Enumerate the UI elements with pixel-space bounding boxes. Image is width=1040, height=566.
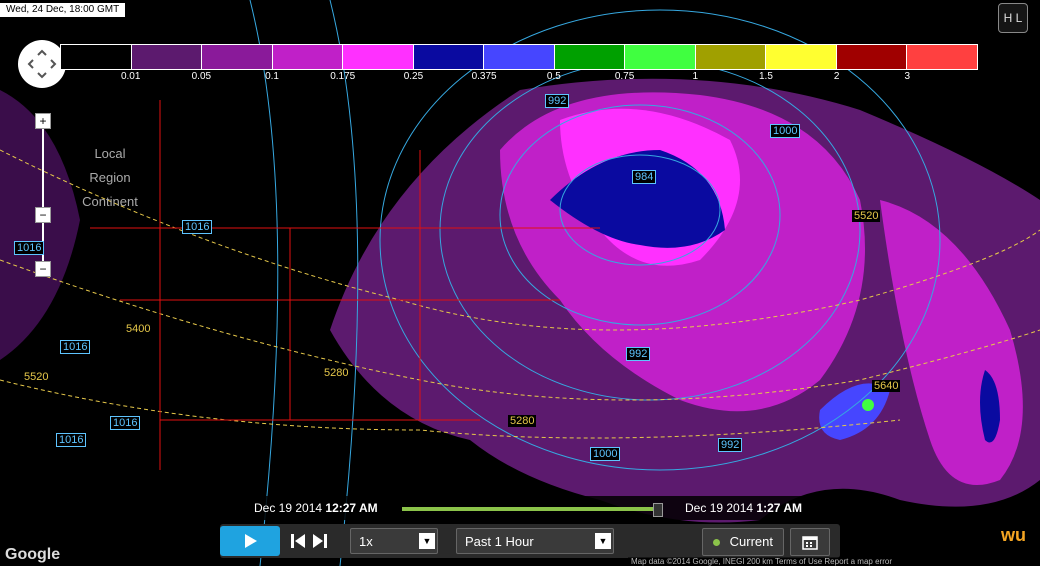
current-label: Current [729, 534, 773, 549]
legend-tick: 3 [904, 71, 911, 82]
isobar-label: 1016 [14, 241, 45, 255]
legend-tick: 0.375 [471, 71, 497, 82]
timeline-start-date: Dec 19 2014 [254, 501, 323, 515]
range-value: Past 1 Hour [465, 534, 534, 549]
map-attribution[interactable]: Map data ©2014 Google, INEGI 200 km Term… [628, 557, 895, 566]
legend-tick: 0.01 [120, 71, 141, 82]
legend-tick: 1 [692, 71, 699, 82]
legend-tick: 0.75 [614, 71, 635, 82]
google-logo[interactable]: Google [5, 546, 60, 564]
current-indicator-icon [713, 539, 720, 547]
legend-swatch [907, 45, 977, 69]
legend-tick: 2 [833, 71, 840, 82]
isobar-label: 1016 [60, 340, 91, 354]
legend-swatch [836, 45, 908, 69]
height-label: 5280 [322, 367, 351, 379]
legend-swatch [554, 45, 626, 69]
speed-value: 1x [359, 534, 373, 549]
pan-control[interactable] [18, 40, 66, 88]
zoom-level-region[interactable]: Region [70, 170, 150, 185]
zoom-level-local[interactable]: Local [70, 146, 150, 161]
isobar-label: 1000 [770, 124, 801, 138]
animation-controls: 1x ▼ Past 1 Hour ▼ Current [220, 524, 840, 558]
pressure-centers-toggle[interactable]: H L [998, 3, 1028, 33]
legend-swatch [766, 45, 837, 69]
chevron-down-icon: ▼ [595, 533, 611, 549]
legend-swatches [60, 44, 978, 70]
pan-arrows-icon [27, 49, 57, 79]
legend-tick: 0.05 [191, 71, 212, 82]
legend-tick: 0.175 [330, 71, 356, 82]
isobar-label: 1016 [182, 220, 213, 234]
legend-ticks: 0.01 0.05 0.1 0.175 0.25 0.375 0.5 0.75 … [60, 70, 978, 84]
isobar-label: 992 [718, 438, 743, 452]
legend-swatch [625, 45, 696, 69]
timeline[interactable]: Dec 19 2014 12:27 AM Dec 19 2014 1:27 AM [248, 496, 810, 520]
zoom-in-button[interactable]: + [35, 113, 51, 129]
isobar-label: 992 [626, 347, 651, 361]
legend-swatch [272, 45, 344, 69]
timeline-start: Dec 19 2014 12:27 AM [254, 501, 378, 515]
legend-tick: 0.5 [546, 71, 561, 82]
precip-legend: 0.01 0.05 0.1 0.175 0.25 0.375 0.5 0.75 … [60, 44, 978, 84]
current-button[interactable]: Current [702, 528, 784, 556]
step-button[interactable] [286, 526, 332, 556]
legend-swatch [61, 45, 132, 69]
isobar-label: 984 [632, 170, 657, 184]
timeline-end-time: 1:27 AM [756, 501, 802, 515]
legend-swatch [343, 45, 414, 69]
weather-map[interactable] [0, 0, 1040, 566]
isobar-label: 992 [545, 94, 570, 108]
height-label: 5640 [872, 380, 901, 392]
isobar-label: 1016 [110, 416, 141, 430]
timeline-start-time: 12:27 AM [325, 501, 378, 515]
legend-swatch [131, 45, 203, 69]
zoom-slider-handle[interactable]: − [35, 207, 51, 223]
height-label: 5520 [852, 210, 881, 222]
timeline-end: Dec 19 2014 1:27 AM [685, 501, 802, 515]
map-timestamp: Wed, 24 Dec, 18:00 GMT [0, 3, 126, 17]
precip-cell-green [862, 399, 874, 411]
play-button[interactable] [220, 526, 280, 556]
calendar-button[interactable] [790, 528, 830, 556]
legend-swatch [202, 45, 273, 69]
legend-swatch [695, 45, 767, 69]
play-icon [245, 534, 257, 548]
speed-select[interactable]: 1x ▼ [350, 528, 438, 554]
height-label: 5520 [22, 371, 51, 383]
timeline-end-date: Dec 19 2014 [685, 501, 754, 515]
legend-swatch [413, 45, 485, 69]
zoom-out-button[interactable]: − [35, 261, 51, 277]
legend-tick: 1.5 [758, 71, 773, 82]
zoom-level-continent[interactable]: Continent [70, 194, 150, 209]
height-label: 5280 [508, 415, 537, 427]
skip-icon [291, 534, 327, 548]
timeline-progress-bar[interactable] [402, 507, 657, 511]
chevron-down-icon: ▼ [419, 533, 435, 549]
timeline-handle[interactable] [653, 503, 663, 517]
wu-logo[interactable]: wu [1001, 525, 1026, 546]
range-select[interactable]: Past 1 Hour ▼ [456, 528, 614, 554]
calendar-icon [802, 536, 818, 550]
legend-tick: 0.25 [403, 71, 424, 82]
legend-swatch [484, 45, 555, 69]
isobar-label: 1000 [590, 447, 621, 461]
height-label: 5400 [124, 323, 153, 335]
isobar-label: 1016 [56, 433, 87, 447]
legend-tick: 0.1 [265, 71, 279, 82]
